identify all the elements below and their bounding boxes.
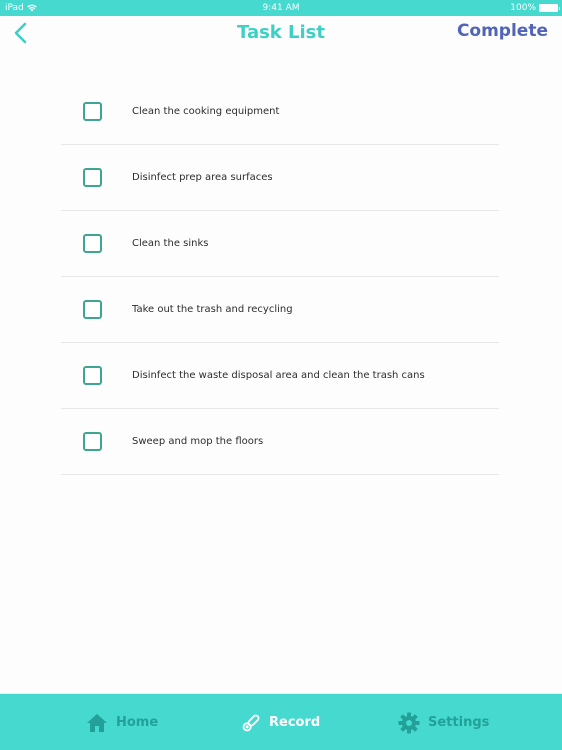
task-label: Clean the cooking equipment — [132, 106, 280, 117]
tab-settings-label: Settings — [428, 715, 490, 730]
status-bar: iPad 9:41 AM 100% — [0, 0, 562, 16]
task-row[interactable]: Take out the trash and recycling — [61, 277, 499, 343]
task-label: Sweep and mop the floors — [132, 436, 264, 447]
tab-record[interactable]: Record — [241, 694, 320, 750]
status-right: 100% — [510, 3, 560, 13]
task-label: Disinfect the waste disposal area and cl… — [132, 370, 425, 381]
navigation-bar: Task List Complete — [0, 16, 562, 50]
tab-record-label: Record — [269, 715, 321, 730]
task-checkbox[interactable] — [83, 366, 102, 385]
task-checkbox[interactable] — [83, 234, 102, 253]
task-label: Disinfect prep area surfaces — [132, 172, 273, 183]
task-list: Clean the cooking equipment Disinfect pr… — [61, 79, 499, 475]
task-checkbox[interactable] — [83, 168, 102, 187]
tab-home[interactable]: Home — [86, 694, 158, 750]
status-time: 9:41 AM — [262, 3, 300, 13]
thermometer-icon — [242, 714, 260, 731]
task-checkbox[interactable] — [83, 300, 102, 319]
task-row[interactable]: Clean the cooking equipment — [61, 79, 499, 145]
wifi-icon — [26, 4, 37, 12]
status-left: iPad — [5, 3, 37, 13]
home-icon — [87, 713, 107, 732]
tab-bar: Home Record Settings — [0, 693, 562, 750]
task-checkbox[interactable] — [83, 432, 102, 451]
task-row[interactable]: Disinfect the waste disposal area and cl… — [61, 343, 499, 409]
task-row[interactable]: Clean the sinks — [61, 211, 499, 277]
tab-home-label: Home — [116, 715, 159, 730]
task-label: Take out the trash and recycling — [132, 304, 293, 315]
tab-settings[interactable]: Settings — [398, 694, 489, 750]
battery-percent: 100% — [510, 3, 536, 13]
complete-button[interactable]: Complete — [457, 21, 548, 41]
task-row[interactable]: Sweep and mop the floors — [61, 409, 499, 475]
battery-icon — [539, 4, 560, 12]
task-label: Clean the sinks — [132, 238, 209, 249]
task-checkbox[interactable] — [83, 102, 102, 121]
task-row[interactable]: Disinfect prep area surfaces — [61, 145, 499, 211]
gear-icon — [398, 712, 420, 733]
device-name: iPad — [5, 3, 24, 13]
